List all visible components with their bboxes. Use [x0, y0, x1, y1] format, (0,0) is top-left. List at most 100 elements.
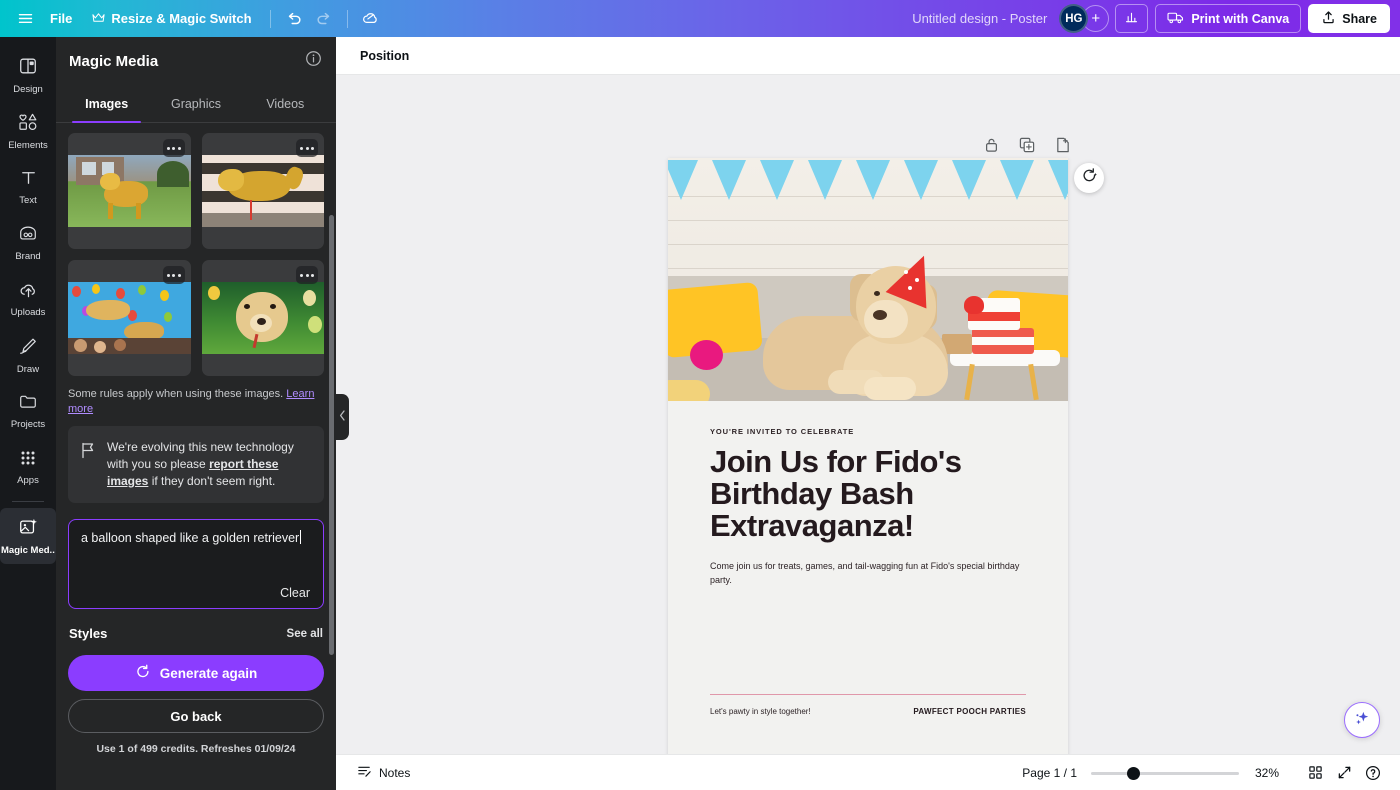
generated-image-2[interactable]	[201, 133, 324, 249]
bunting-flags	[668, 158, 1068, 204]
magic-refresh-button[interactable]	[1074, 163, 1104, 193]
sidebar-item-text[interactable]: Text	[0, 159, 56, 215]
text-T-icon	[19, 168, 38, 192]
print-with-canva-button[interactable]: Print with Canva	[1155, 4, 1302, 33]
context-toolbar: Position	[336, 37, 1400, 75]
poster-design-page[interactable]: YOU'RE INVITED TO CELEBRATE Join Us for …	[668, 158, 1068, 766]
collaborators: HG +	[1059, 4, 1110, 33]
sidebar-item-magic-media[interactable]: Magic Med...	[0, 508, 56, 564]
dog-nose	[873, 310, 887, 320]
file-menu-button[interactable]: File	[40, 5, 82, 33]
magic-media-panel: Magic Media Images Graphics Videos Some …	[56, 37, 336, 790]
info-circle-icon[interactable]	[305, 50, 322, 72]
more-options-icon[interactable]	[296, 139, 318, 157]
sidebar-item-projects[interactable]: Projects	[0, 383, 56, 439]
prompt-value-wrap: a balloon shaped like a golden retriever	[81, 530, 311, 547]
zoom-percentage[interactable]: 32%	[1255, 766, 1283, 780]
panel-header: Magic Media	[56, 37, 336, 85]
styles-label: Styles	[69, 626, 108, 641]
collapse-panel-handle[interactable]	[336, 394, 349, 440]
dog-muzzle	[864, 300, 908, 338]
notes-button[interactable]: Notes	[350, 760, 417, 786]
top-toolbar: File Resize & Magic Switch Untitled desi…	[0, 0, 1400, 37]
document-title[interactable]: Untitled design - Poster	[900, 11, 1059, 26]
more-options-icon[interactable]	[162, 266, 185, 284]
notice-text: We're evolving this new technology with …	[107, 439, 310, 490]
ai-assistant-button[interactable]	[1344, 702, 1380, 738]
fullscreen-icon[interactable]	[1331, 760, 1357, 786]
notes-icon	[357, 764, 372, 782]
generated-image-4[interactable]	[201, 260, 324, 376]
generate-again-button[interactable]: Generate again	[68, 655, 324, 691]
duplicate-page-icon[interactable]	[1019, 137, 1035, 158]
sidebar-item-label: Draw	[16, 363, 40, 375]
insights-chart-icon	[1124, 10, 1139, 28]
panel-content: Some rules apply when using these images…	[56, 123, 336, 790]
undo-icon[interactable]	[279, 4, 309, 34]
see-all-styles-button[interactable]: See all	[287, 628, 323, 640]
tab-graphics[interactable]: Graphics	[153, 85, 238, 122]
panel-scrollbar[interactable]	[329, 215, 334, 655]
sidebar-item-elements[interactable]: Elements	[0, 103, 56, 159]
insights-button[interactable]	[1115, 4, 1149, 33]
cloud-saved-icon[interactable]	[356, 4, 386, 34]
more-options-icon[interactable]	[296, 266, 318, 284]
grid-dots-icon	[19, 449, 37, 472]
generated-image-1[interactable]	[68, 133, 191, 249]
resize-magic-switch-button[interactable]: Resize & Magic Switch	[82, 5, 261, 33]
zoom-slider-track	[1091, 771, 1239, 775]
panel-title: Magic Media	[69, 52, 159, 70]
generated-image-3[interactable]	[68, 260, 191, 376]
toolbar-divider-1	[269, 9, 271, 28]
sidebar-item-uploads[interactable]: Uploads	[0, 271, 56, 327]
poster-photo[interactable]	[668, 158, 1068, 401]
position-label: Position	[360, 48, 410, 63]
page-indicator[interactable]: Page 1 / 1	[1022, 766, 1077, 780]
more-options-icon[interactable]	[162, 139, 185, 157]
clear-prompt-button[interactable]: Clear	[280, 586, 310, 600]
poster-kicker[interactable]: YOU'RE INVITED TO CELEBRATE	[710, 427, 1026, 436]
sidebar-item-apps[interactable]: Apps	[0, 439, 56, 495]
share-button[interactable]: Share	[1308, 4, 1390, 33]
generated-images-grid	[68, 133, 324, 376]
tab-label: Videos	[266, 96, 305, 111]
rules-label: Some rules apply when using these images…	[68, 388, 284, 400]
poster-text-block: YOU'RE INVITED TO CELEBRATE Join Us for …	[668, 401, 1068, 587]
zoom-slider[interactable]	[1091, 765, 1239, 781]
poster-headline[interactable]: Join Us for Fido's Birthday Bash Extrava…	[710, 446, 1026, 542]
styles-section-header: Styles See all	[68, 626, 324, 641]
sidebar-item-draw[interactable]: Draw	[0, 327, 56, 383]
sidebar-item-label: Brand	[15, 251, 41, 262]
notice-post: if they don't seem right.	[148, 474, 276, 488]
grid-view-icon[interactable]	[1302, 760, 1328, 786]
text-caret	[300, 530, 302, 544]
zoom-slider-thumb[interactable]	[1127, 766, 1140, 780]
go-back-label: Go back	[170, 708, 222, 724]
sidebar-item-design[interactable]: Design	[0, 47, 56, 103]
tab-images[interactable]: Images	[64, 85, 149, 123]
hamburger-icon[interactable]	[10, 4, 40, 34]
lock-icon[interactable]	[984, 137, 999, 158]
prompt-input[interactable]: a balloon shaped like a golden retriever…	[68, 519, 324, 609]
go-back-button[interactable]: Go back	[68, 699, 324, 733]
thumbnail-art	[68, 282, 191, 354]
poster-subcopy[interactable]: Come join us for treats, games, and tail…	[710, 560, 1026, 587]
tab-videos[interactable]: Videos	[243, 85, 328, 122]
redo-icon[interactable]	[309, 4, 339, 34]
sidebar-item-brand[interactable]: Brand	[0, 215, 56, 271]
left-rail: Design Elements Text Brand Uploads Draw …	[0, 37, 56, 790]
position-button[interactable]: Position	[350, 42, 419, 70]
upload-icon	[1321, 10, 1336, 28]
prompt-value: a balloon shaped like a golden retriever	[81, 531, 300, 545]
folder-icon	[18, 392, 38, 416]
magic-refresh-icon	[1081, 167, 1098, 189]
help-circle-icon[interactable]	[1360, 760, 1386, 786]
feedback-notice: We're evolving this new technology with …	[68, 426, 324, 503]
sidebar-item-label: Elements	[8, 139, 48, 151]
notes-label: Notes	[379, 765, 411, 780]
poster-footer-right[interactable]: PAWFECT POOCH PARTIES	[913, 707, 1026, 716]
generate-label: Generate again	[159, 665, 258, 681]
avatar[interactable]: HG	[1059, 4, 1089, 33]
poster-footer-left[interactable]: Let's pawty in style together!	[710, 707, 811, 716]
add-page-icon[interactable]	[1055, 137, 1071, 158]
